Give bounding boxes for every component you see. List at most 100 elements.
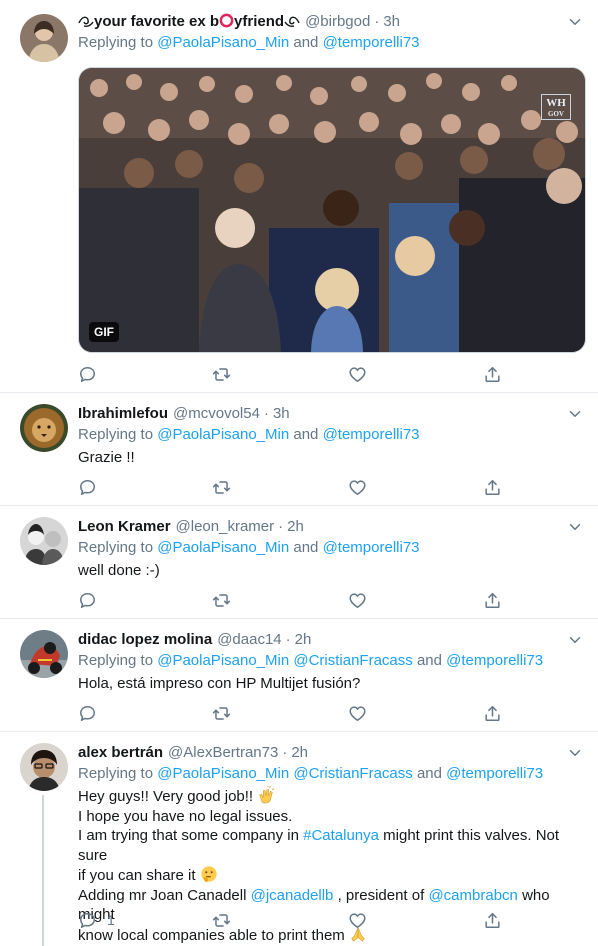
share-icon [483, 365, 502, 384]
mention-link[interactable]: @CristianFracass [293, 652, 412, 669]
display-name[interactable]: Ibrahimlefou [78, 404, 168, 424]
retweet-button[interactable] [212, 589, 231, 611]
like-button[interactable] [348, 589, 367, 611]
tweet-text: Hola, está impreso con HP Multijet fusió… [78, 675, 361, 692]
mention-link[interactable]: @CristianFracass [293, 765, 412, 782]
handle[interactable]: @leon_kramer [176, 517, 275, 537]
handle[interactable]: @AlexBertran73 [168, 743, 278, 763]
display-name[interactable]: didac lopez molina [78, 630, 212, 650]
share-icon [483, 704, 502, 723]
retweet-icon [212, 478, 231, 497]
decor-swirl-icon [284, 16, 300, 27]
tweet[interactable]: Leon Kramer @leon_kramer · 2h Replying t… [0, 506, 598, 619]
share-button[interactable] [483, 589, 502, 611]
retweet-icon [212, 704, 231, 723]
tweet-header: your favorite ex b yfriend @birbgod · 3h [78, 12, 584, 32]
mention-link[interactable]: @temporelli73 [446, 652, 543, 669]
timestamp[interactable]: 2h [287, 517, 304, 537]
separator-dot: · [263, 405, 269, 422]
reply-icon [78, 704, 97, 723]
timestamp[interactable]: 3h [383, 12, 400, 32]
reply-button[interactable] [78, 702, 97, 724]
retweet-button[interactable] [212, 909, 231, 931]
like-button[interactable] [348, 909, 367, 931]
separator-dot: · [282, 744, 288, 761]
avatar[interactable] [20, 14, 68, 62]
gif-media[interactable]: WH GOV GIF [78, 67, 586, 353]
share-button[interactable] [483, 363, 502, 385]
handle[interactable]: @mcvovol54 [173, 404, 260, 424]
mention-link[interactable]: @PaolaPisano_Min [157, 652, 289, 669]
thread-line [42, 795, 44, 946]
share-button[interactable] [483, 702, 502, 724]
like-button[interactable] [348, 476, 367, 498]
mention-link[interactable]: @temporelli73 [323, 426, 420, 443]
separator-dot: · [278, 518, 284, 535]
timestamp[interactable]: 2h [291, 743, 308, 763]
watermark: WH GOV [541, 94, 571, 120]
chevron-down-icon[interactable] [566, 518, 584, 536]
mention-link[interactable]: @jcanadellb [251, 887, 334, 904]
timestamp[interactable]: 3h [273, 404, 290, 424]
separator-dot: · [285, 631, 291, 648]
chevron-down-icon[interactable] [566, 13, 584, 31]
tweet[interactable]: your favorite ex b yfriend @birbgod · 3h … [0, 0, 598, 393]
share-icon [483, 478, 502, 497]
display-name[interactable]: alex bertrán [78, 743, 163, 763]
tweet-header: didac lopez molina @daac14 · 2h [78, 630, 584, 650]
share-button[interactable] [483, 909, 502, 931]
display-name[interactable]: Leon Kramer [78, 517, 171, 537]
mention-link[interactable]: @temporelli73 [323, 34, 420, 51]
tweet[interactable]: didac lopez molina @daac14 · 2h Replying… [0, 619, 598, 732]
reply-button[interactable] [78, 589, 97, 611]
avatar[interactable] [20, 743, 68, 791]
share-icon [483, 591, 502, 610]
reply-button[interactable] [78, 476, 97, 498]
like-button[interactable] [348, 702, 367, 724]
mention-link[interactable]: @PaolaPisano_Min [157, 765, 289, 782]
retweet-button[interactable] [212, 702, 231, 724]
chevron-down-icon[interactable] [566, 631, 584, 649]
like-button[interactable] [348, 363, 367, 385]
reply-button[interactable] [78, 363, 97, 385]
like-icon [348, 478, 367, 497]
tweet[interactable]: alex bertrán @AlexBertran73 · 2h Replyin… [0, 732, 598, 946]
display-name[interactable]: your favorite ex b yfriend [78, 12, 300, 32]
mention-link[interactable]: @cambrabcn [428, 887, 517, 904]
avatar[interactable] [20, 630, 68, 678]
like-icon [348, 911, 367, 930]
share-button[interactable] [483, 476, 502, 498]
tweet-actions [78, 702, 508, 724]
timestamp[interactable]: 2h [295, 630, 312, 650]
reply-icon [78, 911, 97, 930]
mention-link[interactable]: @PaolaPisano_Min [157, 426, 289, 443]
chevron-down-icon[interactable] [566, 405, 584, 423]
reply-button[interactable]: 1 [78, 909, 115, 931]
retweet-button[interactable] [212, 476, 231, 498]
tweet-actions: 1 [78, 909, 508, 931]
tweet-header: Leon Kramer @leon_kramer · 2h [78, 517, 584, 537]
mention-link[interactable]: @PaolaPisano_Min [157, 539, 289, 556]
mention-link[interactable]: @temporelli73 [323, 539, 420, 556]
handle[interactable]: @birbgod [305, 12, 370, 32]
tweet[interactable]: Ibrahimlefou @mcvovol54 · 3h Replying to… [0, 393, 598, 506]
tweet-header: Ibrahimlefou @mcvovol54 · 3h [78, 404, 584, 424]
avatar[interactable] [20, 404, 68, 452]
tweet-actions [78, 589, 508, 611]
gif-badge: GIF [89, 322, 119, 342]
clapping-hands-icon [259, 786, 275, 804]
retweet-icon [212, 365, 231, 384]
avatar[interactable] [20, 517, 68, 565]
share-icon [483, 911, 502, 930]
mention-link[interactable]: @PaolaPisano_Min [157, 34, 289, 51]
reply-icon [78, 591, 97, 610]
chevron-down-icon[interactable] [566, 744, 584, 762]
handle[interactable]: @daac14 [217, 630, 281, 650]
retweet-button[interactable] [212, 363, 231, 385]
like-icon [348, 704, 367, 723]
replying-to: Replying to @PaolaPisano_Min and @tempor… [78, 426, 420, 443]
mention-link[interactable]: @temporelli73 [446, 765, 543, 782]
hashtag-link[interactable]: #Catalunya [303, 827, 379, 844]
tweet-actions [78, 476, 508, 498]
retweet-icon [212, 911, 231, 930]
